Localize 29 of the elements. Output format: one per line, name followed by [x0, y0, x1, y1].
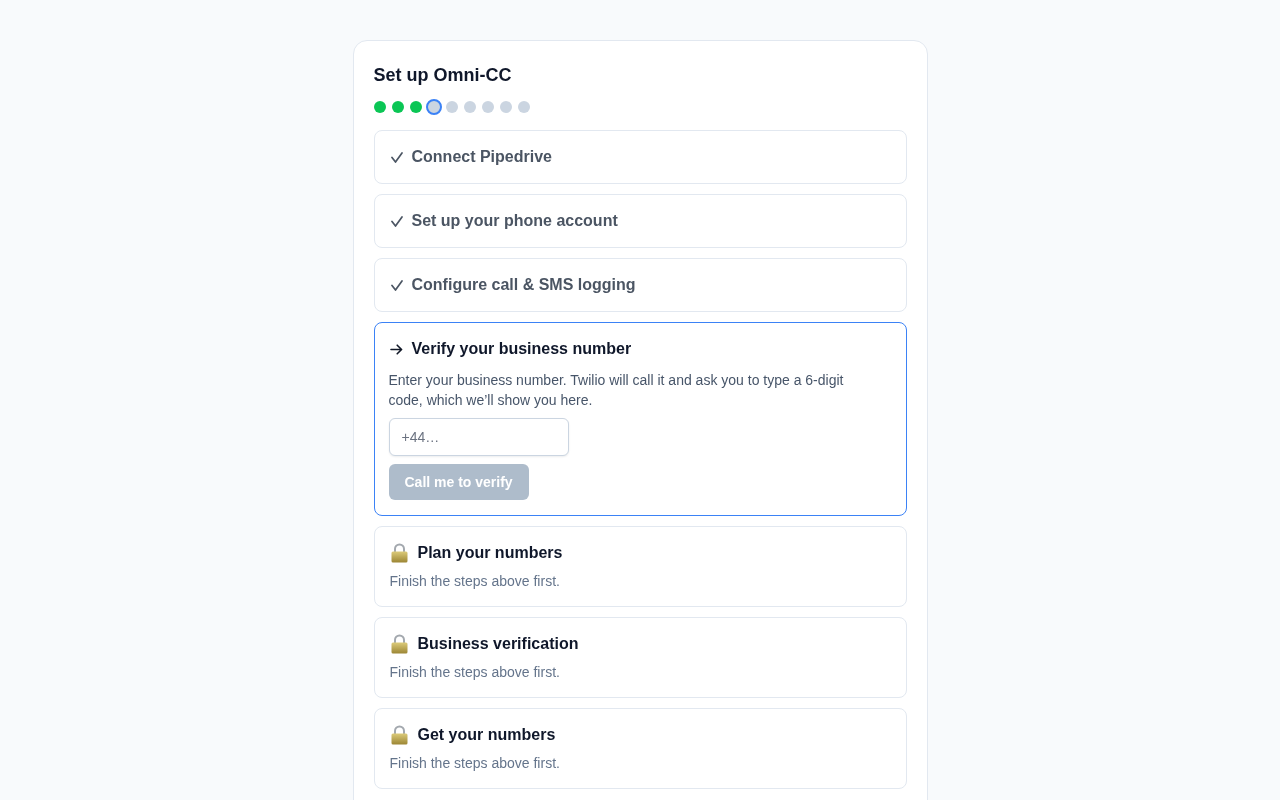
phone-number-field[interactable]: +44… — [388, 418, 569, 456]
check-icon — [390, 215, 403, 227]
step-title: Connect Pipedrive — [411, 147, 552, 167]
progress-dot — [409, 101, 422, 113]
step-title: Configure call & SMS logging — [411, 275, 636, 295]
step-description: Enter your business number. Twilio will call it and ask you to type a 6-digit code, which we’ll show you here. — [388, 371, 845, 410]
step-title: Verify your business number — [411, 339, 632, 359]
step-title: Set up your phone account — [411, 211, 618, 231]
progress-dot — [463, 101, 476, 113]
step-note: Finish the steps above first. — [389, 754, 561, 773]
step-title: Business verification — [417, 634, 579, 654]
progress-dot — [373, 101, 386, 113]
step-note: Finish the steps above first. — [389, 663, 561, 682]
progress-dot — [517, 101, 530, 113]
progress-dot — [445, 101, 458, 113]
step-title: Get your numbers — [417, 725, 556, 745]
progress-dot — [391, 101, 404, 113]
padlock-icon — [390, 634, 408, 654]
arrow-right-icon — [389, 343, 403, 355]
padlock-icon — [390, 543, 408, 563]
check-icon — [390, 279, 403, 291]
progress-dot — [425, 99, 442, 115]
step-note: Finish the steps above first. — [389, 572, 561, 591]
progress-dot — [481, 101, 494, 113]
progress-dot — [499, 101, 512, 113]
step-title: Plan your numbers — [417, 543, 563, 563]
check-icon — [390, 151, 403, 163]
setup-title: Set up Omni-CC — [373, 64, 513, 87]
padlock-icon — [390, 725, 408, 745]
